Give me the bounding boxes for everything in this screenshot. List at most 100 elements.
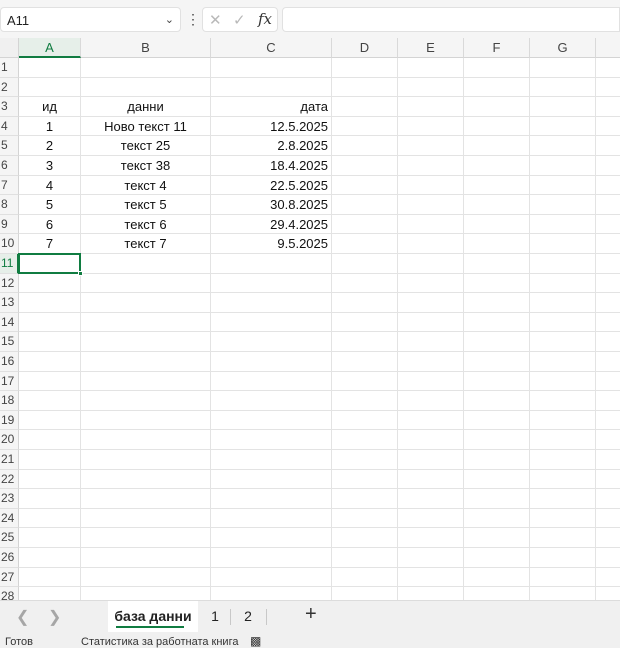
cell-h7[interactable] [596,176,620,196]
column-header-more[interactable] [596,38,620,58]
column-header-c[interactable]: C [211,38,332,58]
cell-f11[interactable] [464,254,530,274]
cell-g12[interactable] [530,273,596,294]
cell-e26[interactable] [398,548,464,568]
cell-e7[interactable] [398,175,464,196]
cell-h10[interactable] [596,234,620,254]
cell-e28[interactable] [398,587,464,600]
cell-d13[interactable] [332,293,398,313]
cell-f26[interactable] [464,548,530,568]
cell-b22[interactable] [81,469,211,490]
cell-c5[interactable]: 2.8.2025 [211,136,332,156]
tab-1[interactable]: 1 [202,601,228,632]
cell-a18[interactable] [19,391,81,411]
cell-b14[interactable] [81,312,211,333]
cell-g22[interactable] [530,469,596,490]
cell-d21[interactable] [332,450,398,470]
cell-g15[interactable] [530,332,596,352]
cell-d23[interactable] [332,489,398,509]
spreadsheet-grid[interactable]: A B C D E F G 1 2 3 ид данни дата 4 1 Ново текст 11 12.5… [0,38,620,600]
cell-f14[interactable] [464,312,530,333]
cell-d14[interactable] [332,312,398,333]
cell-b5[interactable]: текст 25 [81,136,211,156]
cell-f10[interactable] [464,234,530,254]
cell-b3[interactable]: данни [81,97,211,117]
cell-g4[interactable] [530,116,596,137]
cell-e8[interactable] [398,195,464,215]
column-header-f[interactable]: F [464,38,530,58]
cell-a12[interactable] [19,273,81,294]
cell-e17[interactable] [398,371,464,392]
cell-d18[interactable] [332,391,398,411]
cell-c25[interactable] [211,528,332,548]
cell-c6[interactable]: 18.4.2025 [211,156,332,176]
check-icon[interactable]: ✓ [233,11,246,29]
cell-c12[interactable] [211,273,332,294]
row-header-20[interactable]: 20 [0,430,19,450]
cell-b19[interactable] [81,410,211,431]
cell-a27[interactable] [19,567,81,588]
cell-c13[interactable] [211,293,332,313]
cell-b16[interactable] [81,352,211,372]
cell-f5[interactable] [464,136,530,156]
cell-e12[interactable] [398,273,464,294]
cell-e13[interactable] [398,293,464,313]
cell-a22[interactable] [19,469,81,490]
cell-b17[interactable] [81,371,211,392]
cell-d22[interactable] [332,469,398,490]
cell-b9[interactable]: текст 6 [81,214,211,235]
cell-c2[interactable] [211,77,332,98]
cell-h15[interactable] [596,332,620,352]
cell-f3[interactable] [464,97,530,117]
cell-g24[interactable] [530,508,596,529]
cell-c26[interactable] [211,548,332,568]
cell-h14[interactable] [596,313,620,333]
cell-b25[interactable] [81,528,211,548]
cell-a8[interactable]: 5 [19,195,81,215]
row-header-23[interactable]: 23 [0,489,19,509]
cancel-icon[interactable]: ✕ [209,11,222,29]
cell-d15[interactable] [332,332,398,352]
row-header-19[interactable]: 19 [0,410,19,431]
cell-a14[interactable] [19,312,81,333]
cell-h16[interactable] [596,352,620,372]
cell-b18[interactable] [81,391,211,411]
cell-e20[interactable] [398,430,464,450]
cell-h19[interactable] [596,411,620,431]
cell-f16[interactable] [464,352,530,372]
cell-a4[interactable]: 1 [19,116,81,137]
cell-g27[interactable] [530,567,596,588]
cell-c19[interactable] [211,410,332,431]
cell-f6[interactable] [464,156,530,176]
cell-g17[interactable] [530,371,596,392]
row-header-15[interactable]: 15 [0,332,19,352]
cell-g20[interactable] [530,430,596,450]
cell-e22[interactable] [398,469,464,490]
cell-c20[interactable] [211,430,332,450]
chevron-down-icon[interactable]: ⌄ [165,13,174,26]
cell-a25[interactable] [19,528,81,548]
cell-f7[interactable] [464,175,530,196]
cell-c17[interactable] [211,371,332,392]
cell-g26[interactable] [530,548,596,568]
cell-h17[interactable] [596,372,620,392]
cell-g13[interactable] [530,293,596,313]
row-header-8[interactable]: 8 [0,195,19,215]
cell-d25[interactable] [332,528,398,548]
cell-a7[interactable]: 4 [19,175,81,196]
cell-h2[interactable] [596,78,620,98]
cell-d16[interactable] [332,352,398,372]
cell-a6[interactable]: 3 [19,156,81,176]
cell-c27[interactable] [211,567,332,588]
row-header-18[interactable]: 18 [0,391,19,411]
row-header-14[interactable]: 14 [0,312,19,333]
cell-e19[interactable] [398,410,464,431]
cell-f2[interactable] [464,77,530,98]
cell-c1[interactable] [211,58,332,78]
cell-c7[interactable]: 22.5.2025 [211,175,332,196]
cell-b20[interactable] [81,430,211,450]
column-header-e[interactable]: E [398,38,464,58]
column-header-a[interactable]: A [19,38,81,58]
cell-c15[interactable] [211,332,332,352]
more-options-icon[interactable]: ⋮ [186,8,200,30]
